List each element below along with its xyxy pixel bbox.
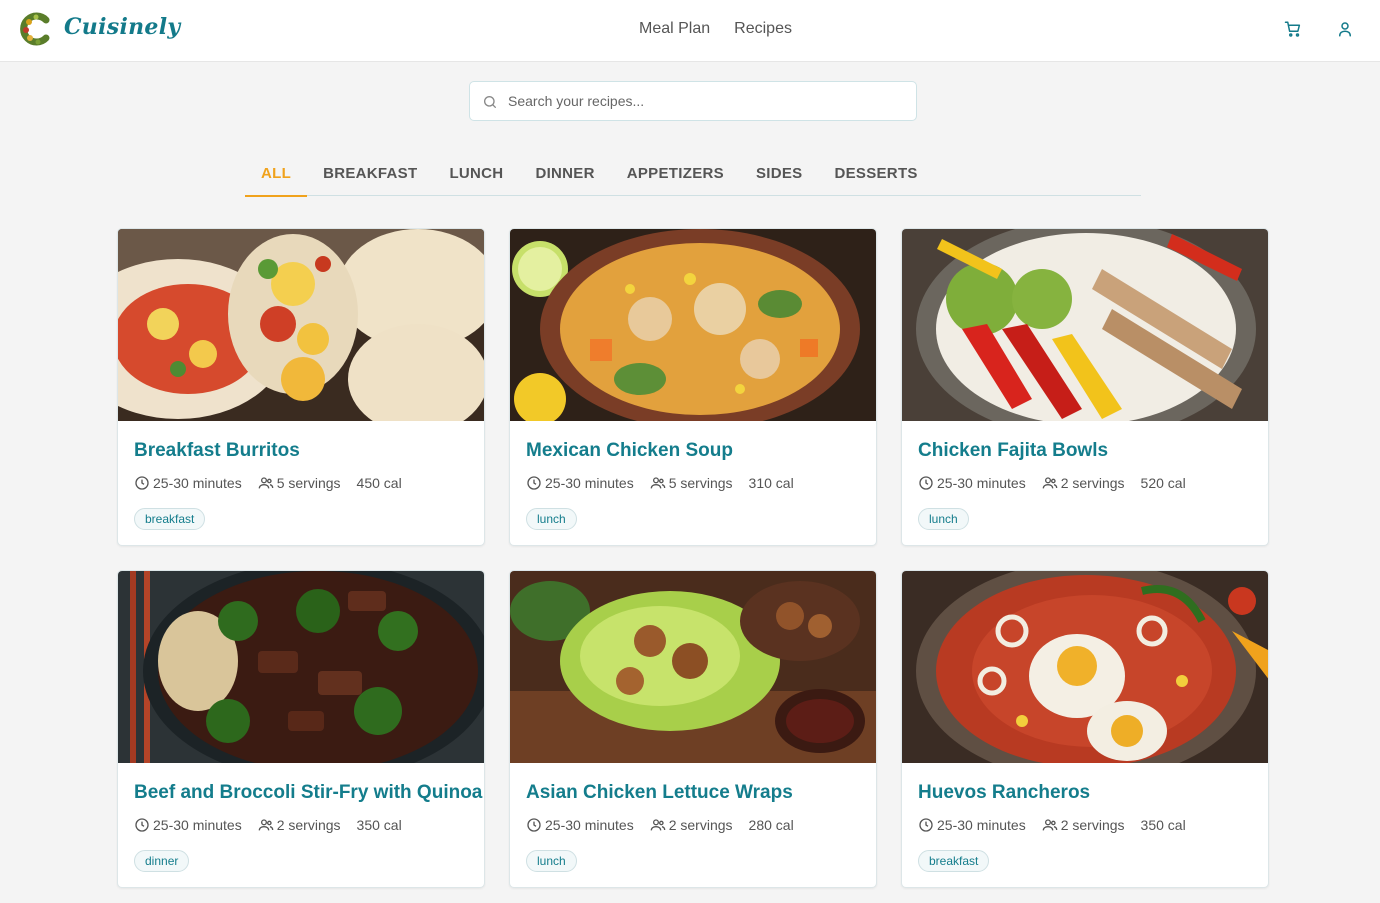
recipe-tag[interactable]: lunch xyxy=(526,850,577,872)
tab-breakfast[interactable]: BREAKFAST xyxy=(307,160,433,196)
recipe-card[interactable]: Chicken Fajita Bowls 25-30 minutes 2 ser… xyxy=(901,228,1269,546)
clock-icon xyxy=(527,818,541,832)
nav-meal-plan[interactable]: Meal Plan xyxy=(639,20,710,38)
recipe-meta: 25-30 minutes 2 servings 280 cal xyxy=(526,817,794,833)
recipe-image xyxy=(118,229,484,421)
users-icon xyxy=(650,477,666,489)
clock-icon xyxy=(135,818,149,832)
recipe-time: 25-30 minutes xyxy=(153,475,242,491)
recipe-image xyxy=(902,229,1268,421)
users-icon xyxy=(258,819,274,831)
main-nav: Meal Plan Recipes xyxy=(639,20,792,38)
recipe-image xyxy=(118,571,484,763)
recipe-calories: 310 cal xyxy=(748,475,794,491)
recipe-time: 25-30 minutes xyxy=(545,817,634,833)
recipe-time: 25-30 minutes xyxy=(153,817,242,833)
tab-all[interactable]: ALL xyxy=(245,160,308,197)
clock-icon xyxy=(527,476,541,490)
recipe-card[interactable]: Breakfast Burritos 25-30 minutes 5 servi… xyxy=(117,228,485,546)
recipe-calories: 350 cal xyxy=(1140,817,1186,833)
clock-icon xyxy=(919,476,933,490)
recipe-title[interactable]: Huevos Rancheros xyxy=(918,782,1090,804)
tab-desserts[interactable]: DESSERTS xyxy=(818,160,933,196)
recipe-calories: 450 cal xyxy=(356,475,402,491)
recipe-title[interactable]: Mexican Chicken Soup xyxy=(526,440,733,462)
recipe-image xyxy=(510,571,876,763)
users-icon xyxy=(650,819,666,831)
recipe-meta: 25-30 minutes 2 servings 350 cal xyxy=(918,817,1186,833)
recipe-servings: 2 servings xyxy=(276,817,341,833)
recipe-tag[interactable]: breakfast xyxy=(918,850,990,872)
recipe-card[interactable]: Asian Chicken Lettuce Wraps 25-30 minute… xyxy=(509,570,877,888)
recipe-card[interactable]: Huevos Rancheros 25-30 minutes 2 serving… xyxy=(901,570,1269,888)
recipe-calories: 350 cal xyxy=(356,817,402,833)
search-box xyxy=(469,81,917,121)
search-input[interactable] xyxy=(508,82,908,120)
recipe-title[interactable]: Breakfast Burritos xyxy=(134,440,300,462)
recipe-meta: 25-30 minutes 5 servings 450 cal xyxy=(134,475,402,491)
recipe-title[interactable]: Beef and Broccoli Stir-Fry with Quinoa xyxy=(134,782,482,804)
top-header: Cuisinely Meal Plan Recipes xyxy=(0,0,1380,62)
recipe-servings: 5 servings xyxy=(668,475,733,491)
recipe-calories: 280 cal xyxy=(748,817,794,833)
users-icon xyxy=(1042,477,1058,489)
search-icon xyxy=(484,96,496,108)
brand-name[interactable]: Cuisinely xyxy=(64,14,180,40)
user-icon[interactable] xyxy=(1336,20,1354,38)
recipe-servings: 5 servings xyxy=(276,475,341,491)
recipe-title[interactable]: Asian Chicken Lettuce Wraps xyxy=(526,782,793,804)
category-tabs: ALL BREAKFAST LUNCH DINNER APPETIZERS SI… xyxy=(245,160,1141,197)
recipe-title[interactable]: Chicken Fajita Bowls xyxy=(918,440,1108,462)
recipe-image xyxy=(902,571,1268,763)
recipe-card[interactable]: Mexican Chicken Soup 25-30 minutes 5 ser… xyxy=(509,228,877,546)
recipe-image xyxy=(510,229,876,421)
users-icon xyxy=(258,477,274,489)
recipe-calories: 520 cal xyxy=(1140,475,1186,491)
recipe-servings: 2 servings xyxy=(1060,817,1125,833)
nav-recipes[interactable]: Recipes xyxy=(734,20,792,38)
recipe-time: 25-30 minutes xyxy=(937,817,1026,833)
logo-icon[interactable] xyxy=(20,12,52,46)
recipe-tag[interactable]: lunch xyxy=(918,508,969,530)
users-icon xyxy=(1042,819,1058,831)
recipe-meta: 25-30 minutes 5 servings 310 cal xyxy=(526,475,794,491)
recipe-tag[interactable]: breakfast xyxy=(134,508,206,530)
recipe-meta: 25-30 minutes 2 servings 350 cal xyxy=(134,817,402,833)
tab-appetizers[interactable]: APPETIZERS xyxy=(611,160,740,196)
tab-dinner[interactable]: DINNER xyxy=(519,160,610,196)
recipe-tag[interactable]: dinner xyxy=(134,850,190,872)
recipe-servings: 2 servings xyxy=(668,817,733,833)
recipe-tag[interactable]: lunch xyxy=(526,508,577,530)
clock-icon xyxy=(135,476,149,490)
recipe-servings: 2 servings xyxy=(1060,475,1125,491)
recipe-card[interactable]: Beef and Broccoli Stir-Fry with Quinoa 2… xyxy=(117,570,485,888)
recipe-meta: 25-30 minutes 2 servings 520 cal xyxy=(918,475,1186,491)
tab-lunch[interactable]: LUNCH xyxy=(433,160,519,196)
tab-sides[interactable]: SIDES xyxy=(740,160,819,196)
clock-icon xyxy=(919,818,933,832)
cart-icon[interactable] xyxy=(1284,20,1302,38)
recipe-time: 25-30 minutes xyxy=(937,475,1026,491)
recipe-time: 25-30 minutes xyxy=(545,475,634,491)
